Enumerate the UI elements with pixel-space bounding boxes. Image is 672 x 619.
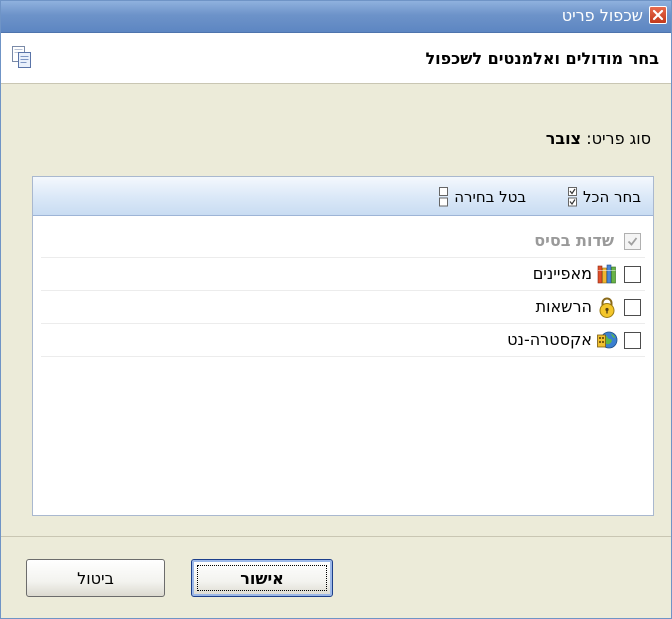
list-item: הרשאות — [41, 291, 645, 324]
modules-list: שדות בסיס מאפיינים הרשאות אקסטרה-נט — [33, 225, 653, 357]
page-title: בחר מודולים ואלמנטים לשכפול — [425, 49, 659, 68]
module-label-permissions: הרשאות — [535, 297, 592, 316]
cancel-button[interactable]: ביטול — [26, 559, 165, 597]
module-label-extranet: אקסטרה-נט — [507, 330, 592, 349]
select-all-icon — [568, 187, 578, 207]
module-label-base-fields: שדות בסיס — [534, 231, 614, 250]
clear-selection-icon — [439, 187, 449, 207]
module-checkbox-extranet[interactable] — [624, 331, 641, 349]
list-item: שדות בסיס — [41, 225, 645, 258]
close-button[interactable] — [649, 6, 667, 24]
dialog-header: בחר מודולים ואלמנטים לשכפול — [1, 33, 671, 84]
clear-selection-button[interactable]: בטל בחירה — [439, 187, 526, 207]
clear-selection-label: בטל בחירה — [454, 188, 526, 206]
module-checkbox-permissions[interactable] — [624, 298, 641, 316]
close-icon — [652, 9, 664, 21]
item-type-line: סוג פריט: צובר — [546, 129, 651, 149]
focus-ring — [197, 565, 327, 591]
books-icon — [597, 264, 616, 284]
select-all-button[interactable]: בחר הכל — [568, 187, 641, 207]
title-bar[interactable]: שכפול פריט — [1, 1, 671, 33]
item-type-value: צובר — [545, 129, 582, 148]
ok-button[interactable]: אישור — [191, 559, 333, 597]
item-type-label: סוג פריט: — [586, 129, 651, 148]
select-all-label: בחר הכל — [583, 188, 641, 206]
modules-panel: בחר הכל בטל בחירה שדות בסיס מאפיינים הרש… — [32, 176, 654, 516]
lock-icon — [599, 297, 615, 318]
module-label-properties: מאפיינים — [532, 264, 592, 283]
footer-divider — [1, 536, 671, 537]
window-title: שכפול פריט — [561, 6, 643, 25]
selection-toolbar: בחר הכל בטל בחירה — [33, 177, 653, 216]
list-item: מאפיינים — [41, 258, 645, 291]
duplicate-item-dialog: שכפול פריט בחר מודולים ואלמנטים לשכפול ס… — [0, 0, 672, 619]
duplicate-icon — [12, 46, 31, 68]
module-checkbox-properties[interactable] — [624, 265, 641, 283]
module-checkbox-base-fields[interactable] — [624, 232, 641, 250]
list-item: אקסטרה-נט — [41, 324, 645, 357]
extranet-globe-icon — [597, 331, 618, 349]
check-icon — [627, 236, 638, 246]
